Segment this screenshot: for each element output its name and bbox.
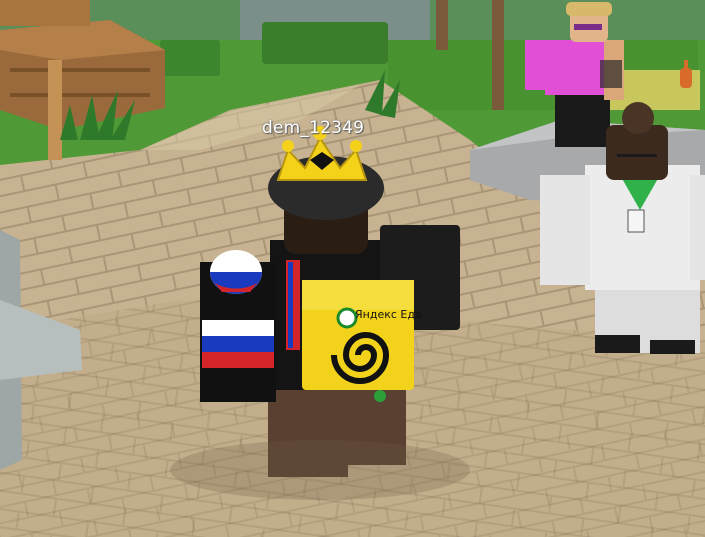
hedge (262, 22, 388, 64)
player-nametag: dem_12349 (262, 118, 365, 138)
food-delivery-backpack (286, 260, 414, 402)
russia-flag-ball-icon (210, 250, 262, 294)
avatar-shadow (170, 440, 470, 500)
hedge (160, 40, 220, 76)
game-viewport[interactable]: Яндекс Еда (0, 0, 705, 537)
backpack-label: Яндекс Еда (355, 308, 422, 321)
